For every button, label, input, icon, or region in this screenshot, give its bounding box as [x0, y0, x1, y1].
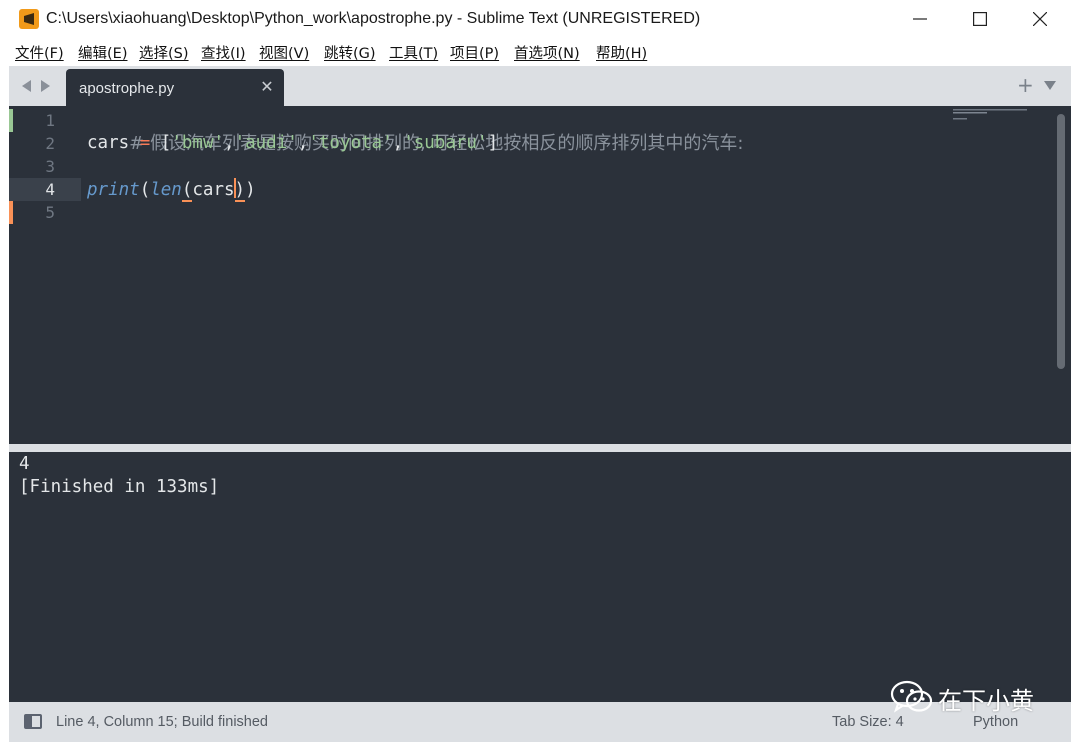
tab-list-dropdown-icon[interactable] — [1044, 81, 1056, 90]
menu-selection[interactable]: 选择(S) — [139, 42, 189, 63]
line-number-current: 4 — [9, 178, 81, 201]
status-syntax[interactable]: Python — [973, 714, 1018, 730]
menu-view[interactable]: 视图(V) — [259, 42, 309, 63]
close-window-button[interactable] — [1010, 0, 1070, 38]
code-line-4: print(len(cars)) — [87, 178, 256, 202]
code-comma: , — [392, 133, 404, 153]
menu-file[interactable]: 文件(F) — [15, 42, 64, 63]
code-bracket: ] — [487, 133, 499, 153]
status-tab-size[interactable]: Tab Size: 4 — [832, 714, 904, 730]
code-string: 'bmw' — [171, 133, 225, 153]
code-function: len — [150, 180, 182, 200]
code-paren-matched: ( — [181, 180, 193, 202]
menu-project[interactable]: 项目(P) — [450, 42, 499, 63]
code-string: 'subaru' — [403, 133, 488, 153]
wechat-icon — [890, 680, 933, 713]
menu-goto[interactable]: 跳转(G) — [324, 42, 376, 63]
code-string: 'audi' — [234, 133, 298, 153]
code-string: 'toyota' — [308, 133, 393, 153]
code-line-1: # 假设汽车列表是按购买时间排列的, 可轻松地按相反的顺序排列其中的汽车: — [87, 109, 743, 154]
output-line: [Finished in 133ms] — [19, 477, 220, 497]
line-number: 1 — [45, 111, 55, 130]
minimize-icon — [913, 18, 927, 20]
menu-tools[interactable]: 工具(T) — [389, 42, 438, 63]
tab-label: apostrophe.py — [79, 80, 175, 97]
tab-nav-arrows-icon[interactable] — [19, 79, 53, 93]
menu-preferences[interactable]: 首选项(N) — [514, 42, 580, 63]
code-editor[interactable]: 1 2 3 4 5 # 假设汽车列表是按购买时间排列的, 可轻松地按相反的顺序排… — [9, 106, 1071, 444]
output-line: 4 — [19, 454, 30, 474]
code-comma: , — [224, 133, 235, 153]
title-bar: C:\Users\xiaohuang\Desktop\Python_work\a… — [0, 0, 1080, 38]
line-number: 5 — [45, 203, 55, 222]
code-variable: cars — [192, 180, 235, 200]
editor-scrollbar[interactable] — [1057, 114, 1065, 369]
tab-bar: apostrophe.py ✕ + — [9, 66, 1071, 106]
panel-divider[interactable] — [9, 444, 1071, 452]
code-function: print — [87, 180, 140, 200]
menu-help[interactable]: 帮助(H) — [596, 42, 647, 63]
code-paren: ( — [139, 180, 151, 200]
code-line-2: cars = ['bmw','audi','toyota','subaru'] — [87, 132, 498, 155]
code-operator: = — [139, 133, 151, 153]
maximize-button[interactable] — [950, 0, 1010, 38]
tab-apostrophe-py[interactable]: apostrophe.py ✕ — [66, 69, 284, 106]
new-tab-plus-icon[interactable]: + — [1017, 74, 1034, 96]
panel-toggle-icon[interactable] — [24, 714, 42, 729]
code-bracket: [ — [160, 133, 172, 153]
close-icon — [1033, 12, 1047, 26]
minimize-button[interactable] — [890, 0, 950, 38]
code-comma: , — [297, 133, 309, 153]
line-number: 2 — [45, 134, 55, 153]
menu-edit[interactable]: 编辑(E) — [78, 42, 127, 63]
code-variable: cars — [87, 133, 130, 153]
window-title: C:\Users\xiaohuang\Desktop\Python_work\a… — [46, 10, 701, 27]
menu-find[interactable]: 查找(I) — [201, 42, 246, 63]
maximize-icon — [973, 12, 987, 26]
sublime-text-logo-icon — [19, 9, 39, 29]
close-icon[interactable]: ✕ — [259, 78, 275, 96]
watermark-text: 在下小黄 — [938, 687, 1034, 715]
line-number: 3 — [45, 157, 55, 176]
code-paren: ) — [245, 180, 256, 200]
minimap[interactable] — [953, 108, 1029, 122]
code-paren-matched: ) — [234, 180, 246, 202]
build-output-panel: 4 [Finished in 133ms] — [9, 452, 1071, 702]
menu-bar: 文件(F) 编辑(E) 选择(S) 查找(I) 视图(V) 跳转(G) 工具(T… — [0, 38, 1080, 66]
watermark: 在下小黄 — [890, 680, 1050, 716]
status-position: Line 4, Column 15; Build finished — [56, 714, 268, 730]
window-edge — [1071, 66, 1080, 746]
